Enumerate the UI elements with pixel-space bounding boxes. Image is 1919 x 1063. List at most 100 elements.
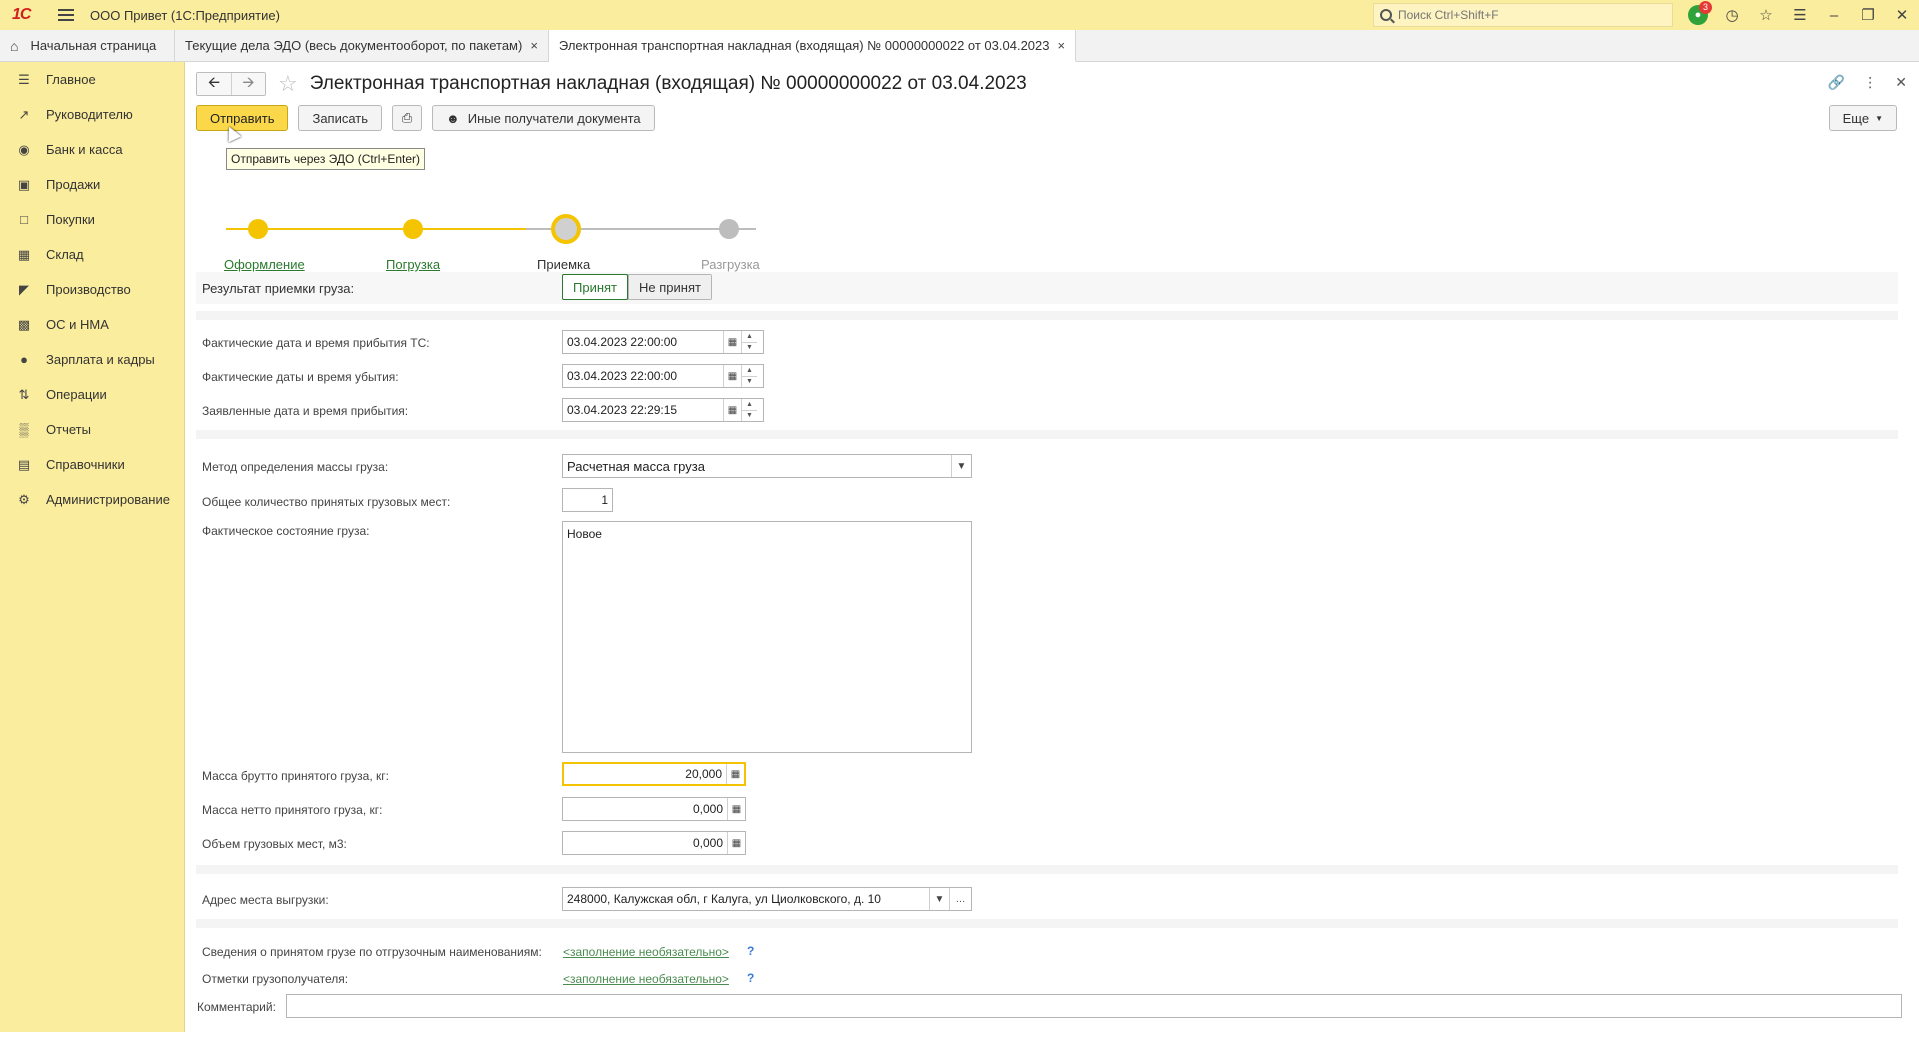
result-option-accepted[interactable]: Принят	[562, 274, 629, 300]
help-icon[interactable]: ?	[747, 944, 754, 958]
arrival-actual-field[interactable]: ▦ ▲▼	[562, 330, 764, 354]
ellipsis-button[interactable]: …	[949, 888, 971, 910]
sidebar-item-label: Покупки	[46, 212, 95, 227]
comment-input[interactable]	[287, 995, 1897, 1017]
chevron-down-icon[interactable]: ▼	[929, 888, 949, 910]
app-logo[interactable]: 1С	[12, 6, 44, 24]
sidebar-item-main[interactable]: ☰ Главное	[0, 62, 184, 97]
arrival-declared-field[interactable]: ▦ ▲▼	[562, 398, 764, 422]
mass-method-select[interactable]: ▼	[562, 454, 972, 478]
arrival-declared-label: Заявленные дата и время прибытия:	[202, 404, 409, 418]
more-vertical-icon[interactable]: ⋮	[1863, 74, 1877, 91]
gear-icon: ⚙	[18, 491, 30, 507]
global-search[interactable]	[1373, 3, 1673, 27]
favorite-star-icon[interactable]: ☆	[278, 73, 298, 95]
history-nav: 🡨 🡪	[196, 72, 266, 96]
datetime-spinner[interactable]: ▲ ▼	[741, 399, 757, 421]
calculator-icon[interactable]: ▦	[727, 832, 745, 854]
save-button[interactable]: Записать	[298, 105, 383, 131]
help-icon[interactable]: ?	[747, 971, 754, 985]
chevron-down-icon[interactable]: ▼	[951, 455, 971, 477]
restore-icon[interactable]: ❐	[1851, 0, 1885, 30]
datetime-spinner[interactable]: ▲ ▼	[741, 365, 757, 387]
cargo-info-link[interactable]: <заполнение необязательно>	[563, 945, 729, 959]
notifications-button[interactable]: ● 3	[1681, 0, 1715, 30]
net-mass-field[interactable]: ▦	[562, 797, 746, 821]
places-count-field[interactable]	[562, 488, 613, 512]
divider	[196, 919, 1898, 928]
sidebar-item-sales[interactable]: ▣ Продажи	[0, 167, 184, 202]
close-icon[interactable]: ×	[1058, 38, 1066, 53]
minimize-icon[interactable]: –	[1817, 0, 1851, 30]
step-dot-4	[719, 219, 739, 239]
tab-transport-waybill[interactable]: Электронная транспортная накладная (вход…	[548, 30, 1077, 62]
tab-label: Начальная страница	[30, 38, 157, 53]
arrival-declared-input[interactable]	[563, 399, 723, 421]
step-label-2[interactable]: Погрузка	[386, 257, 440, 272]
unload-address-input[interactable]	[563, 888, 929, 910]
forward-arrow-icon[interactable]: 🡪	[231, 73, 265, 95]
sidebar-item-assets[interactable]: ▩ ОС и НМА	[0, 307, 184, 342]
gross-mass-input[interactable]	[564, 764, 726, 784]
calendar-icon[interactable]: ▦	[723, 331, 741, 353]
trend-icon: ↗	[18, 106, 30, 122]
sidebar-item-label: Справочники	[46, 457, 125, 472]
close-icon[interactable]: ×	[530, 38, 538, 53]
sidebar-item-label: Операции	[46, 387, 107, 402]
send-button[interactable]: Отправить	[196, 105, 289, 131]
sidebar-item-label: Администрирование	[46, 492, 170, 507]
volume-input[interactable]	[563, 832, 727, 854]
sidebar-item-payroll[interactable]: ● Зарплата и кадры	[0, 342, 184, 377]
net-mass-input[interactable]	[563, 798, 727, 820]
gross-mass-label: Масса брутто принятого груза, кг:	[202, 769, 389, 783]
unload-address-field[interactable]: ▼ …	[562, 887, 972, 911]
other-recipients-button[interactable]: ☻ Иные получатели документа	[432, 105, 655, 131]
places-count-input[interactable]	[563, 489, 612, 511]
close-window-icon[interactable]: ✕	[1885, 0, 1919, 30]
sidebar-item-admin[interactable]: ⚙ Администрирование	[0, 482, 184, 517]
sidebar-item-operations[interactable]: ⇅ Операции	[0, 377, 184, 412]
status-stepper: Оформление Погрузка Приемка Разгрузка	[196, 202, 796, 272]
cargo-state-textarea[interactable]: Новое	[562, 521, 972, 753]
mass-method-input[interactable]	[563, 455, 951, 477]
calculator-icon[interactable]: ▦	[727, 798, 745, 820]
print-button[interactable]: ⎙	[392, 105, 423, 131]
gross-mass-field[interactable]: ▦	[562, 762, 746, 786]
more-button[interactable]: Еще ▼	[1828, 105, 1897, 131]
link-icon[interactable]: 🔗	[1828, 74, 1845, 91]
sidebar-item-bank[interactable]: ◉ Банк и касса	[0, 132, 184, 167]
sidebar-item-label: Банк и касса	[46, 142, 123, 157]
volume-field[interactable]: ▦	[562, 831, 746, 855]
step-label-1[interactable]: Оформление	[224, 257, 305, 272]
consignee-marks-link[interactable]: <заполнение необязательно>	[563, 972, 729, 986]
datetime-spinner[interactable]: ▲ ▼	[741, 331, 757, 353]
tab-edo-tasks[interactable]: Текущие дела ЭДО (весь документооборот, …	[175, 30, 549, 61]
sidebar-item-warehouse[interactable]: ▦ Склад	[0, 237, 184, 272]
search-input[interactable]	[1398, 8, 1658, 22]
sidebar: ☰ Главное ↗ Руководителю ◉ Банк и касса ▣ Пр…	[0, 62, 185, 1032]
calendar-icon[interactable]: ▦	[723, 399, 741, 421]
settings-list-icon[interactable]: ☰	[1783, 0, 1817, 30]
printer-icon: ⎙	[401, 110, 413, 125]
sidebar-item-purchases[interactable]: □ Покупки	[0, 202, 184, 237]
arrival-actual-input[interactable]	[563, 331, 723, 353]
back-arrow-icon[interactable]: 🡨	[197, 73, 231, 95]
sidebar-item-manager[interactable]: ↗ Руководителю	[0, 97, 184, 132]
departure-actual-input[interactable]	[563, 365, 723, 387]
warehouse-icon: ▦	[17, 246, 31, 262]
sidebar-item-reports[interactable]: ▒ Отчеты	[0, 412, 184, 447]
sidebar-item-catalogs[interactable]: ▤ Справочники	[0, 447, 184, 482]
close-form-icon[interactable]: ✕	[1895, 74, 1907, 91]
calculator-icon[interactable]: ▦	[726, 764, 744, 784]
result-option-rejected[interactable]: Не принят	[628, 275, 711, 299]
calendar-icon[interactable]: ▦	[723, 365, 741, 387]
departure-actual-field[interactable]: ▦ ▲▼	[562, 364, 764, 388]
tab-home[interactable]: ⌂ Начальная страница	[0, 30, 175, 61]
history-icon[interactable]: ◷	[1715, 0, 1749, 30]
sidebar-item-production[interactable]: ◤ Производство	[0, 272, 184, 307]
main-menu-icon[interactable]	[58, 9, 74, 21]
favorites-star-icon[interactable]: ☆	[1749, 0, 1783, 30]
cargo-state-label: Фактическое состояние груза:	[202, 524, 370, 538]
app-title: ООО Привет (1С:Предприятие)	[90, 7, 280, 23]
comment-field[interactable]	[286, 994, 1902, 1018]
